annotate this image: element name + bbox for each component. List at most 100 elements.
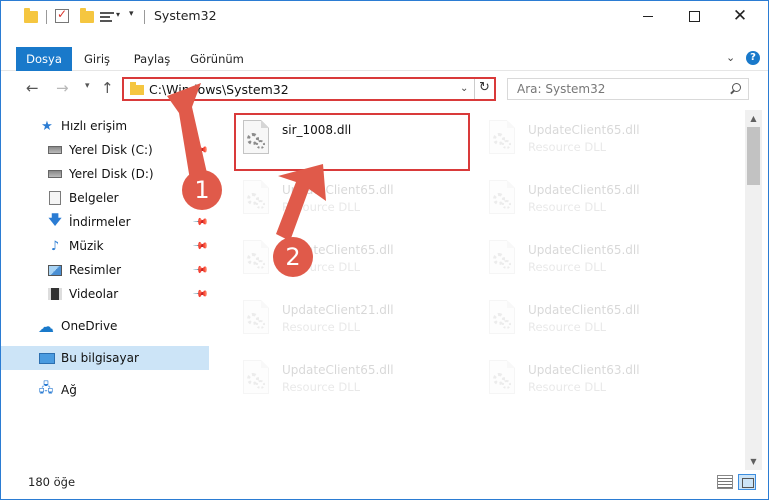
network-icon: 🖧 bbox=[38, 381, 54, 396]
toolbar-separator bbox=[46, 10, 47, 24]
file-type: Resource DLL bbox=[528, 200, 607, 214]
scroll-up-icon[interactable]: ▲ bbox=[745, 110, 762, 127]
file-item[interactable]: UpdateClient65.dll Resource DLL bbox=[483, 176, 723, 226]
file-name: UpdateClient65.dll bbox=[282, 183, 394, 197]
vertical-scrollbar[interactable]: ▲ ▼ bbox=[745, 110, 762, 470]
forward-arrow-icon[interactable]: → bbox=[56, 79, 69, 97]
pin-icon[interactable]: 📌 bbox=[192, 262, 209, 279]
minimize-button[interactable] bbox=[625, 1, 671, 31]
dll-file-icon bbox=[239, 180, 271, 220]
scroll-down-icon[interactable]: ▼ bbox=[745, 453, 762, 470]
search-input[interactable]: Ara: System32 bbox=[517, 82, 605, 96]
sidebar-item-local-disk-c[interactable]: Yerel Disk (C:) 📌 bbox=[1, 138, 209, 162]
address-bar[interactable]: C:\Windows\System32 ⌄ ↻ bbox=[122, 77, 496, 101]
dll-file-icon bbox=[239, 120, 271, 160]
chevron-down-icon[interactable]: ▾ bbox=[116, 10, 120, 19]
step-1-badge: 1 bbox=[182, 170, 222, 210]
file-name: UpdateClient65.dll bbox=[528, 303, 640, 317]
music-icon: ♪ bbox=[50, 238, 60, 254]
details-view-icon[interactable] bbox=[717, 475, 733, 489]
file-name: UpdateClient65.dll bbox=[282, 363, 394, 377]
file-type: Resource DLL bbox=[528, 320, 607, 334]
pin-icon[interactable]: 📌 bbox=[192, 238, 209, 255]
pin-icon[interactable]: 📌 bbox=[192, 214, 209, 231]
file-item[interactable]: UpdateClient65.dll Resource DLL bbox=[483, 116, 723, 166]
pin-icon[interactable]: 📌 bbox=[192, 286, 209, 303]
tab-home[interactable]: Giriş bbox=[78, 47, 116, 71]
dll-file-icon bbox=[485, 360, 517, 400]
file-item[interactable]: UpdateClient65.dll Resource DLL bbox=[237, 356, 477, 406]
folder-icon bbox=[130, 82, 144, 95]
dll-file-icon bbox=[485, 180, 517, 220]
properties-icon[interactable] bbox=[100, 11, 114, 23]
drive-icon bbox=[48, 170, 62, 178]
tab-share[interactable]: Paylaş bbox=[129, 47, 175, 71]
file-item[interactable]: UpdateClient21.dll Resource DLL bbox=[237, 296, 477, 346]
star-icon: ★ bbox=[41, 118, 53, 134]
dll-file-icon bbox=[239, 300, 271, 340]
up-arrow-icon[interactable]: ↑ bbox=[101, 79, 114, 97]
file-type: Resource DLL bbox=[282, 320, 361, 334]
new-folder-icon[interactable] bbox=[80, 8, 94, 23]
pin-icon[interactable]: 📌 bbox=[192, 142, 209, 159]
chevron-down-icon[interactable]: ⌄ bbox=[460, 83, 468, 94]
file-name: UpdateClient65.dll bbox=[528, 183, 640, 197]
sidebar-item-music[interactable]: ♪ Müzik 📌 bbox=[1, 234, 209, 258]
step-2-badge: 2 bbox=[273, 237, 313, 277]
dll-file-icon bbox=[239, 240, 271, 280]
sidebar-item-pictures[interactable]: Resimler 📌 bbox=[1, 258, 209, 282]
sidebar-item-network[interactable]: 🖧 Ağ bbox=[1, 378, 209, 402]
file-name: UpdateClient65.dll bbox=[528, 123, 640, 137]
item-count: 180 öğe bbox=[28, 475, 76, 489]
toolbar-separator bbox=[144, 10, 145, 24]
file-name: sir_1008.dll bbox=[282, 123, 352, 137]
drive-icon bbox=[48, 146, 62, 154]
refresh-icon[interactable]: ↻ bbox=[479, 80, 490, 95]
sidebar-item-downloads[interactable]: 🡇 İndirmeler 📌 bbox=[1, 210, 209, 234]
tab-file[interactable]: Dosya bbox=[16, 47, 72, 71]
address-divider bbox=[474, 79, 475, 99]
expand-ribbon-icon[interactable]: ⌄ bbox=[726, 51, 735, 64]
scrollbar-thumb[interactable] bbox=[747, 127, 760, 185]
file-list: sir_1008.dll UpdateClient65.dll Resource… bbox=[210, 110, 744, 470]
sidebar-item-quick-access[interactable]: ★ Hızlı erişim bbox=[1, 114, 209, 138]
recent-locations-icon[interactable]: ▾ bbox=[85, 81, 90, 91]
address-path[interactable]: C:\Windows\System32 bbox=[149, 82, 289, 97]
help-icon[interactable]: ? bbox=[746, 51, 760, 65]
dll-file-icon bbox=[485, 240, 517, 280]
videos-icon bbox=[48, 288, 62, 300]
maximize-button[interactable] bbox=[671, 1, 717, 31]
file-type: Resource DLL bbox=[528, 380, 607, 394]
file-item[interactable]: UpdateClient65.dll Resource DLL bbox=[483, 236, 723, 286]
pictures-icon bbox=[48, 264, 62, 276]
file-item[interactable]: UpdateClient65.dll Resource DLL bbox=[237, 176, 477, 226]
file-item[interactable]: UpdateClient63.dll Resource DLL bbox=[483, 356, 723, 406]
sidebar-item-local-disk-d[interactable]: Yerel Disk (D:) bbox=[1, 162, 209, 186]
large-icons-view-icon[interactable] bbox=[738, 474, 756, 490]
sidebar-item-onedrive[interactable]: ☁ OneDrive bbox=[1, 314, 209, 338]
file-name: UpdateClient21.dll bbox=[282, 303, 394, 317]
sidebar-item-this-pc[interactable]: Bu bilgisayar bbox=[1, 346, 209, 370]
file-explorer-window: ▾ ▾ System32 ✕ Dosya Giriş Paylaş Görünü… bbox=[0, 0, 769, 500]
search-box[interactable]: Ara: System32 bbox=[507, 78, 749, 100]
dll-file-icon bbox=[239, 360, 271, 400]
file-type: Resource DLL bbox=[528, 260, 607, 274]
documents-icon bbox=[49, 191, 61, 205]
file-name: UpdateClient65.dll bbox=[528, 243, 640, 257]
download-icon: 🡇 bbox=[48, 213, 62, 228]
close-button[interactable]: ✕ bbox=[717, 1, 763, 31]
customize-toolbar-icon[interactable]: ▾ bbox=[129, 9, 134, 19]
file-type: Resource DLL bbox=[282, 380, 361, 394]
search-icon[interactable] bbox=[729, 83, 741, 95]
file-item-sir-1008[interactable]: sir_1008.dll bbox=[237, 116, 477, 166]
tab-view[interactable]: Görünüm bbox=[188, 47, 246, 71]
file-item[interactable]: UpdateClient65.dll Resource DLL bbox=[483, 296, 723, 346]
ribbon-tab-bar bbox=[1, 47, 768, 71]
properties-checkmark-icon[interactable] bbox=[55, 7, 69, 23]
navigation-pane: ★ Hızlı erişim Yerel Disk (C:) 📌 Yerel D… bbox=[1, 110, 209, 470]
dll-file-icon bbox=[485, 300, 517, 340]
back-arrow-icon[interactable]: ← bbox=[26, 79, 39, 97]
sidebar-item-documents[interactable]: Belgeler 📌 bbox=[1, 186, 209, 210]
computer-icon bbox=[39, 352, 55, 364]
sidebar-item-videos[interactable]: Videolar 📌 bbox=[1, 282, 209, 306]
